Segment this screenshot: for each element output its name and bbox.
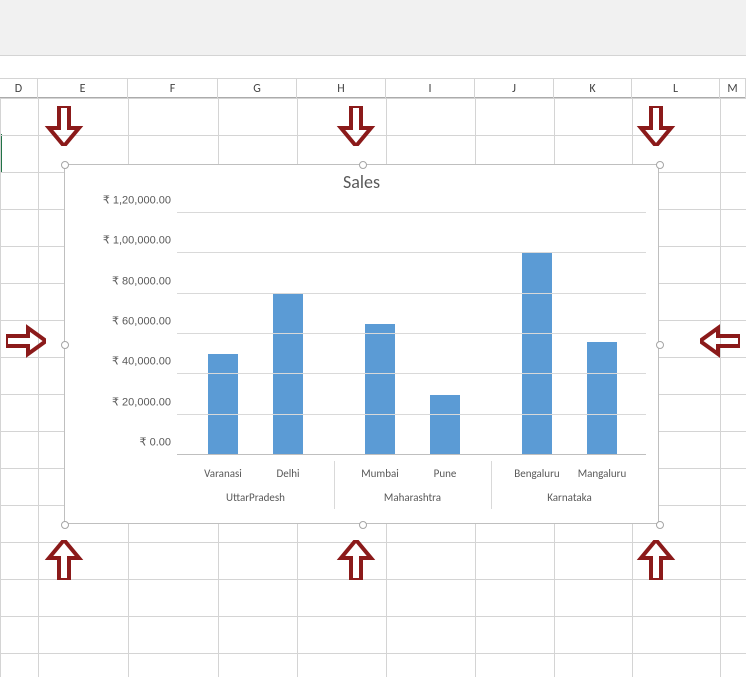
group-label: UttarPradesh bbox=[177, 491, 334, 504]
bar-pune[interactable] bbox=[430, 395, 460, 456]
group-label: Karnataka bbox=[491, 491, 648, 504]
col-header-J[interactable]: J bbox=[475, 79, 554, 99]
col-header-F[interactable]: F bbox=[128, 79, 218, 99]
y-tick-label: ₹ 80,000.00 bbox=[67, 274, 171, 287]
col-header-D[interactable]: D bbox=[0, 79, 38, 99]
arrow-right-icon bbox=[6, 324, 46, 364]
resize-handle-nw[interactable] bbox=[61, 161, 69, 169]
chart-title[interactable]: Sales bbox=[65, 165, 658, 193]
col-header-I[interactable]: I bbox=[386, 79, 475, 99]
col-header-H[interactable]: H bbox=[297, 79, 386, 99]
arrow-down-icon bbox=[336, 106, 376, 146]
resize-handle-se[interactable] bbox=[656, 521, 664, 529]
resize-handle-sw[interactable] bbox=[61, 521, 69, 529]
resize-handle-e[interactable] bbox=[656, 341, 664, 349]
bars-container bbox=[177, 213, 646, 455]
bar-mumbai[interactable] bbox=[365, 324, 395, 455]
arrow-up-icon bbox=[636, 540, 676, 580]
category-label: Pune bbox=[411, 467, 479, 480]
arrow-up-icon bbox=[336, 540, 376, 580]
resize-handle-ne[interactable] bbox=[656, 161, 664, 169]
arrow-left-icon bbox=[700, 324, 740, 364]
resize-handle-w[interactable] bbox=[61, 341, 69, 349]
y-tick-label: ₹ 1,00,000.00 bbox=[67, 234, 171, 247]
col-header-G[interactable]: G bbox=[218, 79, 297, 99]
arrow-up-icon bbox=[44, 540, 84, 580]
category-label: Mumbai bbox=[346, 467, 414, 480]
bar-bengaluru[interactable] bbox=[522, 253, 552, 455]
group-axis-labels: UttarPradeshMaharashtraKarnataka bbox=[177, 491, 646, 509]
y-tick-label: ₹ 20,000.00 bbox=[67, 395, 171, 408]
category-label: Mangaluru bbox=[568, 467, 636, 480]
bar-mangaluru[interactable] bbox=[587, 342, 617, 455]
arrow-down-icon bbox=[636, 106, 676, 146]
embedded-chart[interactable]: Sales ₹ 0.00₹ 20,000.00₹ 40,000.00₹ 60,0… bbox=[64, 164, 659, 524]
ribbon-area bbox=[0, 0, 746, 56]
y-tick-label: ₹ 1,20,000.00 bbox=[67, 194, 171, 207]
plot-area[interactable]: ₹ 0.00₹ 20,000.00₹ 40,000.00₹ 60,000.00₹… bbox=[177, 213, 646, 455]
group-label: Maharashtra bbox=[334, 491, 491, 504]
category-label: Delhi bbox=[254, 467, 322, 480]
col-header-M[interactable]: M bbox=[720, 79, 746, 99]
col-header-K[interactable]: K bbox=[554, 79, 632, 99]
y-tick-label: ₹ 0.00 bbox=[67, 436, 171, 449]
column-headers: DEFGHIJKLM bbox=[0, 78, 746, 98]
category-label: Varanasi bbox=[189, 467, 257, 480]
category-label: Bengaluru bbox=[503, 467, 571, 480]
resize-handle-n[interactable] bbox=[359, 161, 367, 169]
arrow-down-icon bbox=[44, 106, 84, 146]
y-tick-label: ₹ 60,000.00 bbox=[67, 315, 171, 328]
col-header-L[interactable]: L bbox=[632, 79, 720, 99]
col-header-E[interactable]: E bbox=[38, 79, 128, 99]
resize-handle-s[interactable] bbox=[359, 521, 367, 529]
y-tick-label: ₹ 40,000.00 bbox=[67, 355, 171, 368]
bar-varanasi[interactable] bbox=[208, 354, 238, 455]
category-axis-labels: VaranasiDelhi MumbaiPune BengaluruMangalur… bbox=[177, 467, 646, 485]
